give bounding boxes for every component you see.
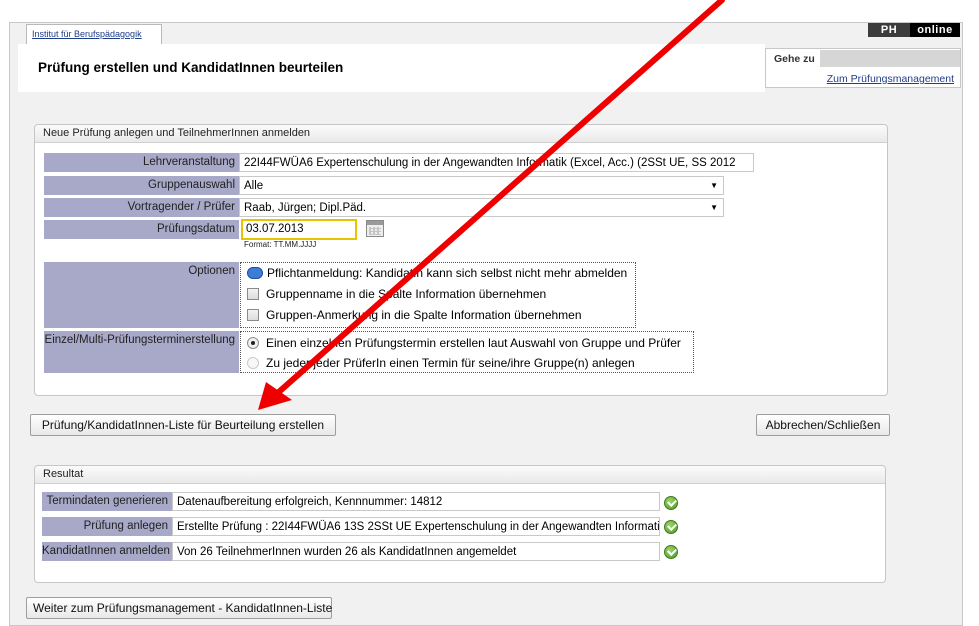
gruppenauswahl-value: Alle bbox=[244, 180, 264, 192]
result-label-kandidaten: KandidatInnen anmelden bbox=[42, 542, 172, 561]
result-label-pruefung: Prüfung anlegen bbox=[42, 517, 172, 536]
cancel-close-button[interactable]: Abbrechen/Schließen bbox=[756, 414, 890, 436]
result-value-kandidaten: Von 26 TeilnehmerInnen wurden 26 als Kan… bbox=[172, 542, 660, 561]
pruefer-select[interactable]: Raab, Jürgen; Dipl.Päd. ▼ bbox=[239, 198, 724, 217]
result-value-termindaten: Datenaufbereitung erfolgreich, Kennnumme… bbox=[172, 492, 660, 511]
result-label-termindaten: Termindaten generieren bbox=[42, 492, 172, 511]
ph-online-logo: PH online bbox=[868, 23, 960, 37]
radio-selected-icon[interactable] bbox=[247, 337, 259, 349]
pruefungsdatum-label: Prüfungsdatum bbox=[44, 220, 239, 239]
app-window: Institut für Berufspädagogik PH online P… bbox=[0, 0, 979, 626]
check-ok-icon bbox=[664, 520, 678, 534]
radio-unselected-icon[interactable] bbox=[247, 357, 259, 369]
toggle-on-icon[interactable] bbox=[247, 267, 263, 279]
termin-mode-box: Einen einzelnen Prüfungstermin erstellen… bbox=[240, 331, 694, 373]
option-gruppen-anmerkung-label: Gruppen-Anmerkung in die Spalte Informat… bbox=[266, 308, 582, 322]
option-pflichtanmeldung-label: Pflichtanmeldung: KandidatIn kann sich s… bbox=[267, 266, 628, 280]
logo-online: online bbox=[910, 23, 960, 37]
checkbox-icon[interactable] bbox=[247, 288, 259, 300]
checkbox-icon[interactable] bbox=[247, 309, 259, 321]
option-gruppenname-label: Gruppenname in die Spalte Information üb… bbox=[266, 287, 547, 301]
goto-input[interactable] bbox=[820, 50, 960, 67]
gruppenauswahl-select[interactable]: Alle ▼ bbox=[239, 176, 724, 195]
goto-pruefungsmanagement-link[interactable]: Zum Prüfungsmanagement bbox=[827, 73, 954, 85]
options-box: Pflichtanmeldung: KandidatIn kann sich s… bbox=[240, 262, 636, 328]
lehrveranstaltung-label: Lehrveranstaltung bbox=[44, 153, 239, 172]
mode-multi-label: Zu jeder/jeder PrüferIn einen Termin für… bbox=[266, 356, 635, 370]
optionen-label: Optionen bbox=[188, 265, 235, 277]
option-pflichtanmeldung[interactable]: Pflichtanmeldung: KandidatIn kann sich s… bbox=[247, 265, 627, 281]
pruefungsdatum-input[interactable]: 03.07.2013 bbox=[241, 219, 357, 240]
right-edge-strip bbox=[965, 0, 979, 626]
page-title: Prüfung erstellen und KandidatInnen beur… bbox=[38, 60, 344, 75]
next-pruefungsmanagement-button[interactable]: Weiter zum Prüfungsmanagement - Kandidat… bbox=[26, 597, 332, 619]
check-ok-icon bbox=[664, 545, 678, 559]
new-exam-panel-title: Neue Prüfung anlegen und TeilnehmerInnen… bbox=[35, 125, 887, 143]
logo-ph: PH bbox=[868, 23, 910, 37]
option-gruppenname[interactable]: Gruppenname in die Spalte Information üb… bbox=[247, 286, 546, 302]
result-panel-title: Resultat bbox=[35, 466, 885, 484]
einzel-multi-label: Einzel/Multi-Prüfungsterminerstellung bbox=[44, 334, 235, 346]
mode-einzel[interactable]: Einen einzelnen Prüfungstermin erstellen… bbox=[247, 335, 681, 351]
mode-einzel-label: Einen einzelnen Prüfungstermin erstellen… bbox=[266, 336, 681, 350]
date-format-hint: Format: TT.MM.JJJJ bbox=[244, 240, 317, 249]
goto-label: Gehe zu bbox=[774, 53, 815, 65]
lehrveranstaltung-field[interactable]: 22I44FWÜA6 Expertenschulung in der Angew… bbox=[239, 153, 754, 172]
chevron-down-icon: ▼ bbox=[710, 203, 718, 212]
pruefer-label: Vortragender / Prüfer bbox=[44, 198, 239, 217]
calendar-icon[interactable] bbox=[366, 220, 384, 237]
create-exam-list-button[interactable]: Prüfung/KandidatInnen-Liste für Beurteil… bbox=[30, 414, 336, 436]
gruppenauswahl-label: Gruppenauswahl bbox=[44, 176, 239, 195]
pruefer-value: Raab, Jürgen; Dipl.Päd. bbox=[244, 202, 367, 214]
option-gruppen-anmerkung[interactable]: Gruppen-Anmerkung in die Spalte Informat… bbox=[247, 307, 582, 323]
chevron-down-icon: ▼ bbox=[710, 181, 718, 190]
result-value-pruefung: Erstellte Prüfung : 22I44FWÜA6 13S 2SSt … bbox=[172, 517, 660, 536]
check-ok-icon bbox=[664, 496, 678, 510]
mode-multi[interactable]: Zu jeder/jeder PrüferIn einen Termin für… bbox=[247, 355, 635, 371]
institute-tab[interactable]: Institut für Berufspädagogik bbox=[26, 24, 162, 44]
goto-box: Gehe zu Zum Prüfungsmanagement bbox=[765, 48, 961, 88]
